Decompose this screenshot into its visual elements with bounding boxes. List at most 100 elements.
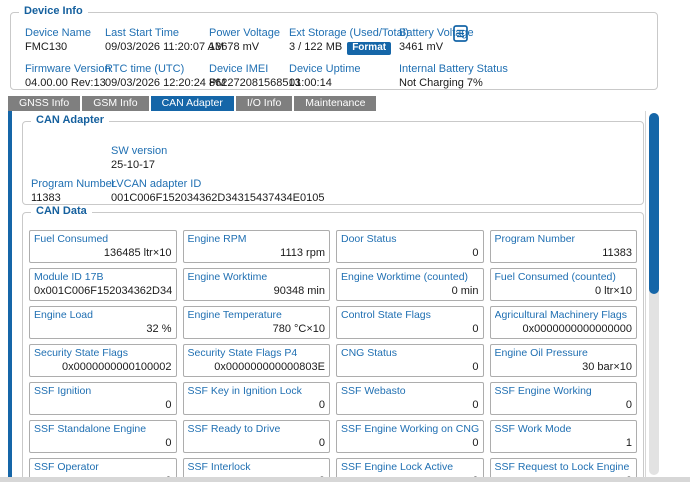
can-card-label: Engine Temperature: [188, 309, 326, 321]
can-card-value: 0x0000000000100002: [34, 361, 172, 374]
can-data-card: SSF Ready to Drive 0: [183, 420, 331, 453]
can-card-value: 0: [341, 437, 479, 450]
can-data-card: Agricultural Machinery Flags 0x000000000…: [490, 306, 638, 339]
device-status-page: Device Info Device Name FMC130 Last Star…: [0, 0, 690, 482]
can-card-value: 780 °C×10: [188, 323, 326, 336]
device-field-value: 13678 mV: [209, 41, 259, 53]
can-adapter-grid: SW version 25-10-17 Program Number 11383…: [23, 122, 643, 205]
can-data-card: SSF Operator 0: [29, 458, 177, 477]
can-card-label: Program Number: [495, 233, 633, 245]
tab-gnss-info[interactable]: GNSS Info: [8, 96, 80, 111]
can-card-value: 1113 rpm: [188, 247, 326, 260]
can-data-card: Engine Worktime (counted) 0 min: [336, 268, 484, 301]
device-field-label: Battery Voltage: [399, 26, 647, 40]
can-card-label: SSF Ignition: [34, 385, 172, 397]
can-card-value: 90348 min: [188, 285, 326, 298]
lvcan-adapter-id-value: 001C006F152034362D34315437434E0105: [111, 191, 635, 205]
can-card-label: Door Status: [341, 233, 479, 245]
can-card-value: 0: [188, 399, 326, 412]
vertical-scrollbar[interactable]: [649, 113, 659, 475]
device-field-value: 862272081568513: [209, 77, 301, 89]
tab-can-adapter[interactable]: CAN Adapter: [151, 96, 234, 111]
spacer: [31, 144, 111, 172]
tab-maintenance[interactable]: Maintenance: [294, 96, 376, 111]
format-button[interactable]: Format: [347, 42, 391, 55]
device-field-value: 01:00:14: [289, 77, 332, 89]
can-card-label: CNG Status: [341, 347, 479, 359]
log-file-icon[interactable]: [453, 25, 468, 45]
device-field-label: RTC time (UTC): [105, 62, 209, 76]
lvcan-adapter-id-field: LVCAN adapter ID 001C006F152034362D34315…: [111, 177, 635, 205]
can-card-label: Security State Flags P4: [188, 347, 326, 359]
device-field-value: Not Charging 7%: [399, 77, 483, 89]
device-info-field: Power Voltage 13678 mV: [209, 26, 289, 55]
can-card-label: SSF Work Mode: [495, 423, 633, 435]
can-card-value: 0: [34, 399, 172, 412]
can-card-label: SSF Webasto: [341, 385, 479, 397]
device-field-label: Device Name: [25, 26, 105, 40]
can-data-card: Control State Flags 0: [336, 306, 484, 339]
can-card-value: 0: [341, 361, 479, 374]
can-data-card: SSF Engine Lock Active 0: [336, 458, 484, 477]
device-field-label: Device Uptime: [289, 62, 399, 76]
can-data-card: Engine Load 32 %: [29, 306, 177, 339]
lvcan-adapter-id-label: LVCAN adapter ID: [111, 177, 635, 191]
device-info-panel: Device Info Device Name FMC130 Last Star…: [10, 12, 658, 90]
can-data-card: SSF Request to Lock Engine 0: [490, 458, 638, 477]
device-field-label: Firmware Version: [25, 62, 105, 76]
sw-version-label: SW version: [111, 144, 635, 158]
can-card-label: SSF Operator: [34, 461, 172, 473]
can-data-card: SSF Work Mode 1: [490, 420, 638, 453]
device-field-value-row: 04.00.00 Rev:13: [25, 76, 105, 90]
device-field-value: 3 / 122 MB: [289, 41, 342, 53]
can-data-card: CNG Status 0: [336, 344, 484, 377]
can-data-card: SSF Key in Ignition Lock 0: [183, 382, 331, 415]
can-card-label: Engine Oil Pressure: [495, 347, 633, 359]
device-field-label: Power Voltage: [209, 26, 289, 40]
program-number-label: Program Number: [31, 177, 111, 191]
tab-gsm-info[interactable]: GSM Info: [82, 96, 148, 111]
can-data-card: Fuel Consumed (counted) 0 ltr×10: [490, 268, 638, 301]
device-info-field: Device IMEI 862272081568513: [209, 62, 289, 90]
can-card-label: SSF Engine Working on CNG: [341, 423, 479, 435]
device-info-field: RTC time (UTC) 09/03/2026 12:20:24 PM: [105, 62, 209, 90]
can-card-value: 0x001C006F152034362D34315437434: [34, 285, 172, 298]
can-data-card: SSF Engine Working 0: [490, 382, 638, 415]
can-data-card: SSF Standalone Engine 0: [29, 420, 177, 453]
can-card-label: SSF Key in Ignition Lock: [188, 385, 326, 397]
can-data-card: Security State Flags P4 0x00000000000080…: [183, 344, 331, 377]
device-field-value-row: 01:00:14: [289, 76, 399, 90]
can-data-card: SSF Interlock 0: [183, 458, 331, 477]
device-field-value: 3461 mV: [399, 41, 443, 53]
device-info-field: Device Name FMC130: [25, 26, 105, 55]
can-card-value: 0: [341, 323, 479, 336]
can-data-card: Fuel Consumed 136485 ltr×10: [29, 230, 177, 263]
can-card-label: Engine Worktime: [188, 271, 326, 283]
tab-i-o-info[interactable]: I/O Info: [236, 96, 292, 111]
can-card-label: SSF Request to Lock Engine: [495, 461, 633, 473]
can-card-value: 0: [341, 247, 479, 260]
window-bottom-edge: [0, 477, 690, 482]
device-field-value-row: 3 / 122 MB Format: [289, 40, 399, 55]
can-card-value: 0: [188, 437, 326, 450]
device-field-value-row: 3461 mV: [399, 40, 647, 54]
can-card-value: 0: [495, 399, 633, 412]
can-card-label: SSF Interlock: [188, 461, 326, 473]
program-number-field: Program Number 11383: [31, 177, 111, 205]
can-card-value: 136485 ltr×10: [34, 247, 172, 260]
device-info-title: Device Info: [19, 5, 88, 17]
can-card-label: Engine RPM: [188, 233, 326, 245]
device-field-label: Internal Battery Status: [399, 62, 647, 76]
can-data-card: SSF Webasto 0: [336, 382, 484, 415]
device-field-value-row: 13678 mV: [209, 40, 289, 54]
device-field-label: Ext Storage (Used/Total): [289, 26, 399, 40]
can-card-label: Agricultural Machinery Flags: [495, 309, 633, 321]
scrollbar-thumb[interactable]: [649, 113, 659, 294]
can-card-value: 32 %: [34, 323, 172, 336]
device-field-value-row: 09/03/2026 12:20:24 PM: [105, 76, 209, 90]
can-data-card: Engine Oil Pressure 30 bar×10: [490, 344, 638, 377]
sw-version-value: 25-10-17: [111, 158, 635, 172]
device-field-label: Device IMEI: [209, 62, 289, 76]
can-data-card: Engine RPM 1113 rpm: [183, 230, 331, 263]
can-card-label: SSF Standalone Engine: [34, 423, 172, 435]
